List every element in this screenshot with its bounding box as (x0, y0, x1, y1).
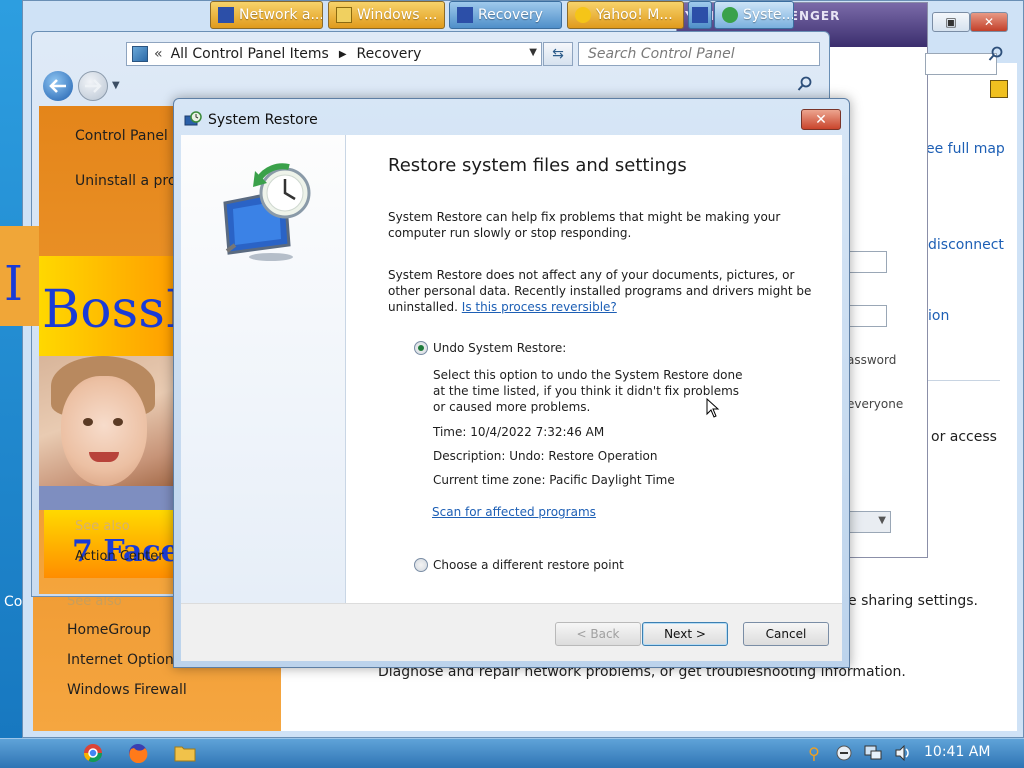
recovery-window-icon (457, 7, 473, 23)
bossk-banner: BossK (39, 256, 177, 356)
bossk-partial: I (4, 256, 23, 312)
system-restore-side-panel (181, 135, 346, 603)
yahoo-field-2[interactable] (849, 305, 887, 327)
reversible-link[interactable]: Is this process reversible? (462, 300, 617, 314)
system-restore-heading: Restore system files and settings (388, 155, 687, 176)
taskbar-system-restore-button[interactable]: Syste... (714, 1, 794, 29)
system-restore-title: System Restore (208, 112, 318, 128)
photo-face (61, 376, 147, 486)
connection-link[interactable]: ion (928, 308, 949, 324)
chrome-icon[interactable] (82, 742, 104, 764)
taskbar-control-panel-button[interactable] (688, 1, 712, 29)
choose-different-radio[interactable] (414, 558, 428, 572)
everyone-text: everyone (847, 397, 904, 411)
control-panel-taskbar-icon (692, 7, 708, 23)
system-restore-taskbar-icon (722, 7, 738, 23)
taskbar-recovery-label: Recovery (478, 7, 543, 23)
photo-eye-left (83, 418, 93, 426)
search-icon[interactable] (797, 76, 813, 92)
network-icon[interactable] (862, 742, 884, 764)
taskbar-network-button[interactable]: Network a... (210, 1, 323, 29)
child-photo (39, 356, 177, 510)
undo-restore-radio[interactable] (414, 341, 428, 355)
yahoo-field-1[interactable] (849, 251, 887, 273)
search-control-panel-input[interactable]: Search Control Panel (578, 42, 820, 66)
scan-affected-programs-link[interactable]: Scan for affected programs (432, 505, 596, 519)
taskbar-system-restore-label: Syste... (743, 7, 794, 23)
or-access-text: or access (931, 429, 997, 445)
restore-description: Description: Undo: Restore Operation (433, 449, 658, 463)
minus-circle-icon[interactable] (833, 742, 855, 764)
breadcrumb-recovery[interactable]: Recovery (357, 46, 422, 62)
see-full-map-link[interactable]: ee full map (926, 141, 1005, 157)
search-tray-icon[interactable]: ⚲ (803, 742, 825, 764)
back-arrow-icon[interactable] (43, 71, 73, 101)
homegroup-link[interactable]: HomeGroup (67, 622, 151, 638)
yahoo-dropdown[interactable]: ▼ (849, 511, 891, 533)
breadcrumb-separator-icon[interactable]: ▶ (339, 49, 347, 60)
taskbar-recovery-button[interactable]: Recovery (449, 1, 562, 29)
choose-different-label[interactable]: Choose a different restore point (433, 558, 624, 572)
taskbar-network-label: Network a... (239, 7, 323, 23)
photo-eye-right (113, 418, 123, 426)
mouse-cursor-icon (706, 398, 720, 418)
control-panel-home-link[interactable]: Control Panel h (75, 128, 181, 144)
yahoo-smiley-icon (575, 7, 591, 23)
uninstall-program-link[interactable]: Uninstall a proc (75, 173, 184, 189)
internet-options-link[interactable]: Internet Options (67, 652, 181, 668)
back-button[interactable]: < Back (555, 622, 641, 646)
system-restore-para2-block: System Restore does not affect any of yo… (388, 267, 828, 315)
system-restore-title-icon (184, 111, 202, 129)
undo-description: Select this option to undo the System Re… (433, 368, 743, 414)
system-restore-para1: System Restore can help fix problems tha… (388, 210, 781, 240)
help-icon[interactable] (990, 80, 1008, 98)
next-button[interactable]: Next > (642, 622, 728, 646)
system-restore-dialog: System Restore ✕ Restore system files an… (173, 98, 850, 668)
breadcrumb-all-items[interactable]: All Control Panel Items (171, 46, 329, 62)
network-close-button[interactable]: ✕ (970, 12, 1008, 32)
password-text: assword (847, 353, 897, 367)
address-bar[interactable]: « All Control Panel Items ▶ Recovery ▼ (126, 42, 542, 66)
control-panel-icon (132, 46, 148, 62)
network-maximize-button[interactable]: ▣ (932, 12, 970, 32)
sharing-settings-text: e sharing settings. (848, 593, 978, 609)
refresh-icon[interactable]: ⇆ (543, 42, 573, 66)
undo-restore-radio-dot[interactable] (414, 341, 428, 355)
firefox-icon[interactable] (127, 742, 149, 764)
forward-arrow-icon[interactable] (78, 71, 108, 101)
restore-timezone: Current time zone: Pacific Daylight Time (433, 473, 675, 487)
yahoo-search-field[interactable] (925, 53, 997, 75)
windows-folder-icon (336, 7, 352, 23)
system-restore-icon (215, 163, 315, 263)
photo-shirt (39, 486, 177, 510)
cancel-button[interactable]: Cancel (743, 622, 829, 646)
see-also-heading: See also (75, 519, 130, 534)
taskbar-windows-label: Windows ... (357, 7, 438, 23)
folder-icon[interactable] (174, 742, 196, 764)
action-center-link[interactable]: Action Center (75, 549, 164, 564)
address-dropdown-icon[interactable]: ▼ (529, 47, 537, 58)
taskbar-windows-button[interactable]: Windows ... (328, 1, 445, 29)
chevron-down-icon: ▼ (878, 515, 886, 526)
taskbar-clock: 10:41 AM (924, 744, 991, 760)
divider (926, 380, 1000, 381)
choose-different-radio-dot[interactable] (414, 558, 428, 572)
taskbar-yahoo-label: Yahoo! M... (596, 7, 673, 23)
breadcrumb-prefix[interactable]: « (154, 46, 163, 62)
system-restore-close-button[interactable]: ✕ (801, 109, 841, 130)
desktop-partial-text: Co (4, 594, 23, 610)
disconnect-link[interactable]: disconnect (928, 237, 1004, 253)
restore-time: Time: 10/4/2022 7:32:46 AM (433, 425, 605, 439)
recent-pages-chevron-icon[interactable]: ▼ (112, 80, 120, 91)
search-icon[interactable] (988, 46, 1004, 62)
speaker-icon[interactable] (892, 742, 914, 764)
undo-restore-label[interactable]: Undo System Restore: (433, 341, 566, 355)
taskbar-yahoo-button[interactable]: Yahoo! M... (567, 1, 684, 29)
network-window-icon (218, 7, 234, 23)
windows-firewall-link[interactable]: Windows Firewall (67, 682, 187, 698)
